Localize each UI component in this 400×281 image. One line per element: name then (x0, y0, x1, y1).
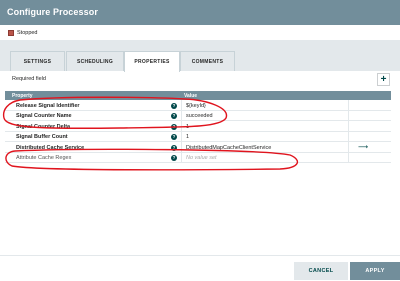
help-icon[interactable]: ? (171, 102, 177, 109)
tab-bar: SETTINGS SCHEDULING PROPERTIES COMMENTS (0, 41, 400, 72)
property-name: Signal Buffer Count (16, 134, 68, 140)
column-divider (348, 121, 349, 131)
table-row[interactable]: Signal Counter Name ? succeeded (5, 110, 391, 121)
property-value[interactable]: succeeded (186, 113, 213, 119)
column-divider (181, 142, 182, 152)
arrow-right-icon[interactable]: ⟶ (358, 143, 368, 151)
tab-settings[interactable]: SETTINGS (10, 51, 65, 71)
stopped-icon (8, 30, 14, 36)
help-icon[interactable]: ? (171, 155, 177, 161)
tab-comments[interactable]: COMMENTS (180, 51, 235, 71)
property-value[interactable]: 1 (186, 124, 189, 130)
table-row[interactable]: Signal Buffer Count ? 1 (5, 131, 391, 142)
dialog-header: Configure Processor (0, 0, 400, 25)
status-bar: Stopped (0, 25, 400, 41)
column-divider (181, 121, 182, 131)
property-name: Distributed Cache Service (16, 144, 85, 151)
required-field-label: Required field (12, 76, 46, 82)
column-header-value: Value (184, 92, 198, 99)
column-header-property: Property (12, 92, 33, 99)
property-value[interactable]: No value set (186, 155, 217, 161)
column-divider (181, 152, 182, 162)
property-name: Attribute Cache Regex (16, 155, 72, 161)
property-name: Release Signal Identifier (16, 102, 80, 109)
help-icon[interactable]: ? (171, 134, 177, 140)
property-name: Signal Counter Name (16, 113, 72, 119)
tab-properties[interactable]: PROPERTIES (124, 51, 180, 72)
help-icon[interactable]: ? (171, 123, 177, 130)
column-divider (348, 142, 349, 152)
dialog-title: Configure Processor (7, 7, 98, 17)
table-row[interactable]: Signal Counter Delta ? 1 (5, 121, 391, 132)
table-header: Property Value (5, 91, 391, 100)
table-row[interactable]: Distributed Cache Service ? DistributedM… (5, 142, 391, 153)
column-divider (348, 110, 349, 120)
status-text: Stopped (17, 30, 38, 36)
help-icon[interactable]: ? (171, 144, 177, 151)
table-row[interactable]: Attribute Cache Regex ? No value set (5, 152, 391, 163)
column-divider (181, 110, 182, 120)
properties-table: Property Value Release Signal Identifier… (5, 91, 391, 163)
column-divider (348, 131, 349, 141)
plus-icon: + (380, 74, 387, 85)
cancel-button[interactable]: CANCEL (294, 262, 348, 280)
column-divider (181, 100, 182, 110)
property-value[interactable]: ${keyId} (186, 103, 206, 109)
apply-button[interactable]: APPLY (350, 262, 400, 280)
table-row[interactable]: Release Signal Identifier ? ${keyId} (5, 100, 391, 111)
property-value[interactable]: DistributedMapCacheClientService (186, 145, 271, 151)
property-name: Signal Counter Delta (16, 123, 71, 130)
column-divider (181, 131, 182, 141)
property-value[interactable]: 1 (186, 134, 189, 140)
help-icon[interactable]: ? (171, 113, 177, 119)
column-divider (348, 100, 349, 110)
tab-scheduling[interactable]: SCHEDULING (66, 51, 124, 71)
add-property-button[interactable]: + (377, 73, 390, 86)
column-divider (348, 152, 349, 162)
dialog-footer: CANCEL APPLY (0, 255, 400, 281)
